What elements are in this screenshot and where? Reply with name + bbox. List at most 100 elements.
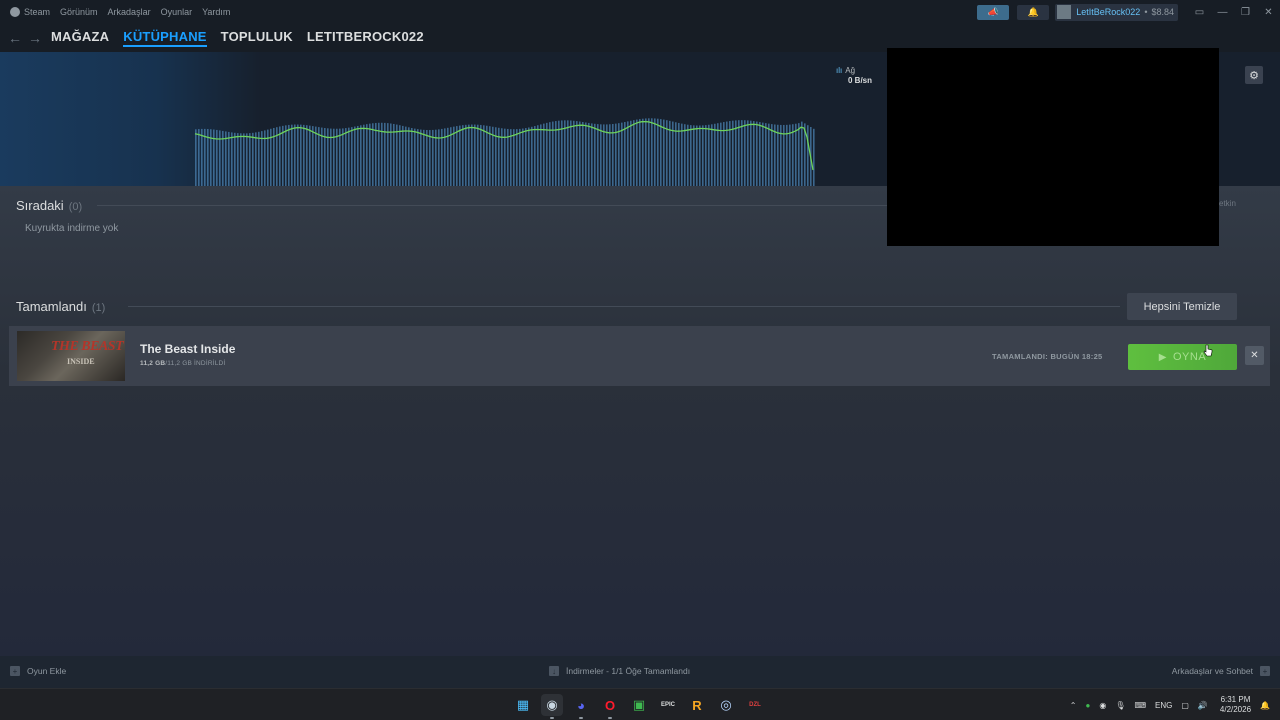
tab-community[interactable]: TOPLULUK [221,29,293,47]
microphone-icon[interactable]: 🎙 [1115,701,1125,710]
graph-bar [300,124,302,186]
graph-bar [195,129,197,186]
steam-icon[interactable]: ◉ [541,694,563,719]
menu-item-friends[interactable]: Arkadaşlar [108,7,151,17]
language-indicator[interactable]: ENG [1155,701,1172,710]
graph-bar [720,122,722,186]
graph-bar [798,123,800,186]
graph-bar [396,124,398,186]
forward-arrow-icon[interactable]: → [25,30,45,46]
maximize-button[interactable]: ❐ [1234,7,1257,18]
tray-app-icon[interactable]: ● [1085,701,1090,710]
epic-games-icon[interactable]: EPIC [657,694,679,716]
discord-icon[interactable]: ◕ [570,694,592,719]
rockstar-icon[interactable]: R [686,694,708,716]
minimize-button[interactable]: — [1211,7,1234,18]
big-picture-icon[interactable]: ▭ [1188,7,1211,18]
tab-library[interactable]: KÜTÜPHANE [123,29,207,47]
graph-bar [603,124,605,186]
graph-bar [255,132,257,186]
graph-bar [651,118,653,186]
game-thumbnail[interactable]: THE BEAST INSIDE [17,331,125,381]
keyboard-icon[interactable]: ⌨ [1134,701,1146,710]
game-title[interactable]: The Beast Inside [140,342,235,356]
chevron-up-icon[interactable]: ⌃ [1070,701,1077,710]
add-game-button[interactable]: + Oyun Ekle [10,666,66,676]
graph-bar [759,122,761,186]
close-window-button[interactable]: ✕ [1257,7,1280,18]
announcements-button[interactable]: 📣 [977,4,1010,20]
notifications-button[interactable]: 🔔 [1017,4,1050,20]
chat-app-icon[interactable]: ▣ [628,694,650,716]
graph-bar [558,120,560,186]
graph-bar [726,121,728,186]
graph-bar [699,125,701,186]
graph-bar [258,131,260,186]
play-button[interactable]: ▶ OYNA [1128,344,1237,370]
graph-bar [354,126,356,186]
graph-bar [684,124,686,186]
network-legend: ılı Ağ 0 B/sn [836,66,872,86]
graph-bar [792,124,794,186]
mouse-cursor-icon [1203,344,1213,357]
graph-bar [366,124,368,186]
downloads-status[interactable]: ↓ İndirmeler - 1/1 Öğe Tamamlandı [549,666,690,676]
graph-bar [432,129,434,186]
menu-item-games[interactable]: Oyunlar [161,7,193,17]
download-size: 11,2 GB/11,2 GB İNDİRİLDİ [140,360,225,367]
download-settings-button[interactable]: ⚙ [1245,66,1263,84]
graph-bar [477,124,479,186]
menu-item-help[interactable]: Yardım [202,7,230,17]
graph-bar [681,123,683,186]
graph-bar [546,122,548,186]
graph-bar [723,122,725,186]
graph-bar [636,119,638,186]
friends-chat-button[interactable]: Arkadaşlar ve Sohbet + [1172,666,1270,676]
windows-start-icon[interactable]: ▦ [512,694,534,716]
graph-bar [426,130,428,186]
windows-taskbar: ▦ ◉ ◕ O ▣ EPIC R ◎ DZL ⌃ ● ◉ 🎙 ⌨ ENG ▢ 🔊 6:31 PM… [0,688,1280,720]
tray-steam-icon[interactable]: ◉ [1099,701,1106,710]
ezl-app-icon[interactable]: DZL [744,694,766,716]
graph-bar [594,123,596,186]
graph-bar [231,132,233,186]
graph-bar [375,122,377,186]
remove-item-button[interactable]: ✕ [1245,346,1264,365]
menu-item-view[interactable]: Görünüm [60,7,98,17]
tab-store[interactable]: MAĞAZA [51,29,109,47]
volume-icon[interactable]: 🔊 [1198,701,1208,710]
tab-profile[interactable]: LETITBEROCK022 [307,29,424,47]
back-arrow-icon[interactable]: ← [5,30,25,46]
network-bars-icon: ılı [836,66,843,75]
graph-bar [459,125,461,186]
notification-bell-icon[interactable]: 🔔 [1260,701,1270,710]
graph-bar [645,118,647,186]
graph-bar [429,130,431,186]
clear-all-button[interactable]: Hepsini Temizle [1127,293,1237,320]
clock[interactable]: 6:31 PM 4/2/2026 [1220,695,1251,715]
ubisoft-icon[interactable]: ◎ [715,694,737,716]
black-overlay-panel [887,48,1219,246]
graph-bar [294,124,296,186]
graph-bar [378,122,380,186]
graph-bar [462,125,464,186]
download-item-row[interactable]: THE BEAST INSIDE The Beast Inside 11,2 G… [9,326,1270,386]
account-name: LetItBeRock022 [1076,7,1141,17]
graph-bar [648,118,650,186]
graph-bar [621,122,623,186]
completed-divider [128,306,1120,307]
running-indicator [579,717,583,719]
graph-bar [609,124,611,186]
account-menu[interactable]: LetItBeRock022 • $8.84 [1055,3,1178,21]
graph-bar [582,121,584,186]
graph-bar [291,124,293,186]
graph-bar [738,120,740,186]
opera-icon[interactable]: O [599,694,621,719]
network-icon[interactable]: ▢ [1181,701,1189,710]
graph-bar [519,128,521,186]
graph-bar [405,126,407,186]
graph-bar [564,120,566,186]
menu-item-steam[interactable]: Steam [24,7,50,17]
graph-bar [309,125,311,186]
size-total: /11,2 GB İNDİRİLDİ [165,360,226,367]
